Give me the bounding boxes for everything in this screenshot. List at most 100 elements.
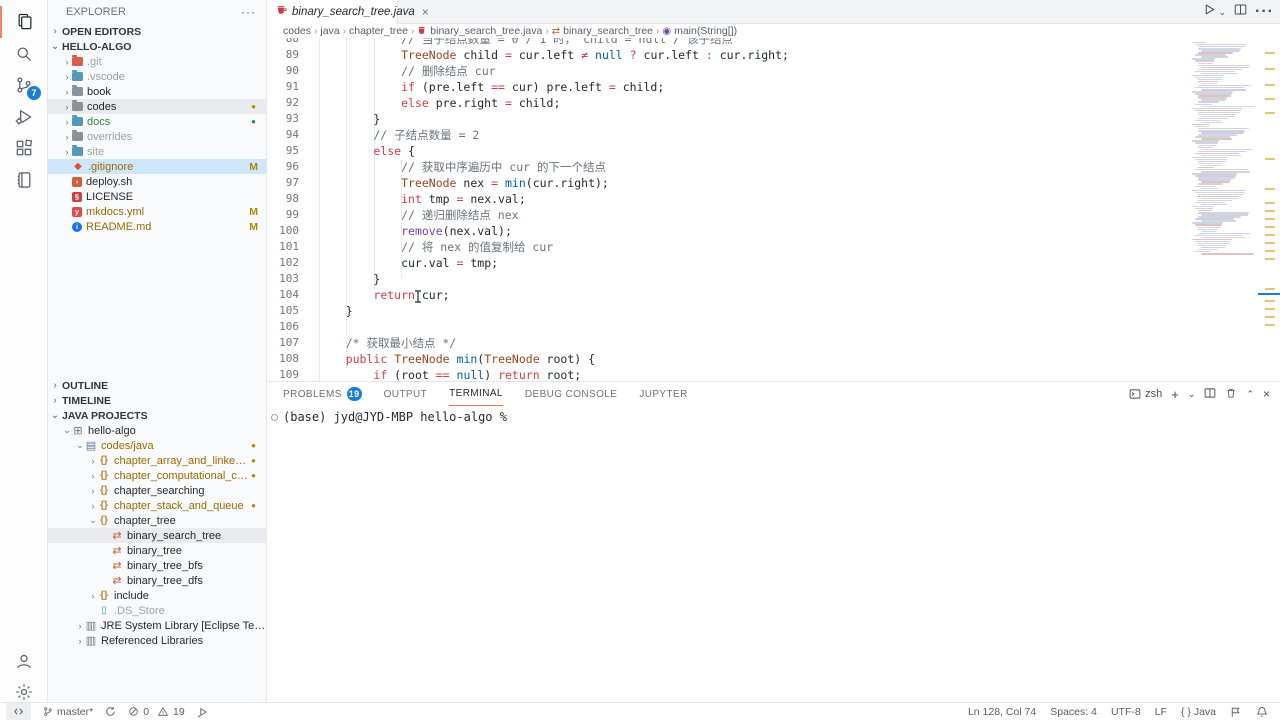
outline-section[interactable]: › OUTLINE xyxy=(48,378,266,393)
java-tree-item[interactable]: ⇄binary_tree_dfs xyxy=(48,573,266,588)
file-tree-item[interactable]: iREADME.mdM xyxy=(48,219,266,234)
java-tree-item[interactable]: ›{}chapter_searching xyxy=(48,483,266,498)
java-item-label: .DS_Store xyxy=(114,605,165,617)
java-item-label: include xyxy=(114,590,149,602)
status-eol[interactable]: LF xyxy=(1155,706,1167,718)
split-terminal-button[interactable] xyxy=(1204,387,1216,402)
file-tree-item[interactable]: › .vscode xyxy=(48,69,266,84)
java-tree-item[interactable]: ›{}chapter_stack_and_queue● xyxy=(48,498,266,513)
warning-marker xyxy=(1265,258,1275,260)
feedback-icon[interactable] xyxy=(1230,706,1242,718)
file-tree-item[interactable]: ymkdocs.ymlM xyxy=(48,204,266,219)
activity-item-notebook[interactable] xyxy=(0,164,48,196)
file-tree-item[interactable]: ›docs● xyxy=(48,114,266,129)
file-label: codes xyxy=(87,101,116,113)
notifications-bell-icon[interactable] xyxy=(1256,706,1268,718)
java-tree-item[interactable]: ⇄binary_tree_bfs xyxy=(48,558,266,573)
more-actions-button[interactable]: ··· xyxy=(1255,3,1274,21)
new-terminal-button[interactable]: + xyxy=(1171,387,1179,402)
panel-tab-bar: PROBLEMS19 OUTPUT TERMINAL DEBUG CONSOLE JUP… xyxy=(283,382,688,406)
java-tree-item[interactable]: ⌄⊞hello-algo xyxy=(48,423,266,438)
status-language-mode[interactable]: { } Java xyxy=(1181,706,1216,718)
activity-item-source-control[interactable]: 7 xyxy=(0,69,48,101)
debug-launch-item[interactable] xyxy=(197,706,209,718)
java-projects-section[interactable]: ⌄ JAVA PROJECTS xyxy=(48,408,266,423)
file-tree-item[interactable]: ›site xyxy=(48,144,266,159)
status-encoding[interactable]: UTF-8 xyxy=(1111,706,1141,718)
run-button[interactable] xyxy=(1203,3,1216,21)
code-line: // 子结点数量 = 2 xyxy=(318,127,479,143)
java-tree-item[interactable]: ⇄binary_tree xyxy=(48,543,266,558)
panel-tab-debug-console[interactable]: DEBUG CONSOLE xyxy=(525,382,617,406)
code-line: cur.val = tmp; xyxy=(318,255,498,271)
activity-item-extensions[interactable] xyxy=(0,132,48,164)
warning-marker xyxy=(1265,52,1275,54)
maximize-panel-icon[interactable]: ⌃ xyxy=(1246,389,1254,400)
java-tree-item[interactable]: ›▥Referenced Libraries xyxy=(48,633,266,648)
file-tree-item[interactable]: ›overrides xyxy=(48,129,266,144)
sync-button[interactable] xyxy=(105,706,116,717)
minimap-line xyxy=(1198,63,1213,64)
breadcrumb-item[interactable]: ◉main(String[]) xyxy=(662,25,737,37)
activity-item-run-and-debug[interactable] xyxy=(0,101,48,133)
file-tree-item[interactable]: ›book xyxy=(48,84,266,99)
run-dropdown-icon[interactable]: ⌄ xyxy=(1218,7,1226,18)
file-tree-item[interactable]: ›deploy.sh xyxy=(48,174,266,189)
java-tree-item[interactable]: ⌄▤codes/java● xyxy=(48,438,266,453)
panel-tab-terminal[interactable]: TERMINAL xyxy=(449,382,503,406)
warning-marker xyxy=(1265,188,1275,190)
java-tree-item[interactable]: ⌄{}chapter_tree xyxy=(48,513,266,528)
breadcrumb-item[interactable]: binary_search_tree.java xyxy=(417,25,542,37)
breadcrumb-item[interactable]: codes xyxy=(283,25,311,37)
tab-binary-search-tree[interactable]: binary_search_tree.java × xyxy=(267,0,398,24)
chevron-right-icon: › xyxy=(62,72,72,82)
panel-tab-jupyter[interactable]: JUPYTER xyxy=(639,382,687,406)
activity-item-account[interactable] xyxy=(0,645,48,677)
java-tree-item[interactable]: ›{}chapter_computational_complexity● xyxy=(48,468,266,483)
minimap[interactable] xyxy=(1190,38,1258,381)
minimap-line xyxy=(1201,155,1241,156)
file-label: site xyxy=(87,146,104,158)
java-tree-item[interactable]: ›{}include xyxy=(48,588,266,603)
close-panel-icon[interactable]: × xyxy=(1263,387,1270,401)
terminal-picker[interactable]: zsh xyxy=(1129,388,1162,400)
terminal-dropdown-icon[interactable]: ⌄ xyxy=(1188,389,1196,400)
activity-item-search[interactable] xyxy=(0,38,48,70)
file-tree-item[interactable]: ›.git xyxy=(48,54,266,69)
minimap-line xyxy=(1195,153,1239,154)
java-tree-item[interactable]: ⇄binary_search_tree xyxy=(48,528,266,543)
java-tree-item[interactable]: ▯.DS_Store xyxy=(48,603,266,618)
tab-close-icon[interactable]: × xyxy=(422,5,429,19)
activity-item-settings[interactable] xyxy=(0,676,48,708)
activity-item-explorer[interactable] xyxy=(0,6,48,38)
breadcrumb-item[interactable]: java xyxy=(320,25,339,37)
breadcrumb-separator: › xyxy=(314,26,317,37)
file-tree-item[interactable]: ◆.gitignoreM xyxy=(48,159,266,174)
java-tree-item[interactable]: ›{}chapter_array_and_linkedlist● xyxy=(48,453,266,468)
file-tree-item[interactable]: §LICENSE xyxy=(48,189,266,204)
minimap-line xyxy=(1198,229,1217,230)
problems-item[interactable]: 0 19 xyxy=(128,706,185,718)
open-editors-section[interactable]: › OPEN EDITORS xyxy=(48,24,266,39)
panel-tab-problems[interactable]: PROBLEMS19 xyxy=(283,382,362,406)
kill-terminal-button[interactable] xyxy=(1225,387,1237,402)
breadcrumb-item[interactable]: ⇄binary_search_tree xyxy=(552,25,653,37)
project-root-section[interactable]: ⌄ HELLO-ALGO xyxy=(48,39,266,54)
file-label: .vscode xyxy=(87,71,125,83)
bottom-panel: PROBLEMS19 OUTPUT TERMINAL DEBUG CONSOLE JUP… xyxy=(267,381,1280,702)
status-right: Ln 128, Col 74 Spaces: 4 UTF-8 LF { } Java xyxy=(968,706,1280,718)
terminal-prompt[interactable]: (base) jyd@JYD-MBP hello-algo % xyxy=(283,410,507,424)
breadcrumb-item[interactable]: chapter_tree xyxy=(349,25,408,37)
mouse-ibeam-cursor xyxy=(414,290,422,308)
status-cursor-position[interactable]: Ln 128, Col 74 xyxy=(968,706,1036,718)
git-branch-item[interactable]: master* xyxy=(43,706,93,718)
status-indentation[interactable]: Spaces: 4 xyxy=(1050,706,1097,718)
panel-tab-label: PROBLEMS xyxy=(283,389,342,400)
code-editor[interactable]: 8889909192939495969798991001011021031041… xyxy=(267,38,1280,381)
views-more-actions-icon[interactable]: ··· xyxy=(241,5,256,19)
timeline-section[interactable]: › TIMELINE xyxy=(48,393,266,408)
split-editor-button[interactable] xyxy=(1234,3,1247,21)
panel-tab-output[interactable]: OUTPUT xyxy=(384,382,428,406)
java-tree-item[interactable]: ›▥JRE System Library [Eclipse Temurin 17… xyxy=(48,618,266,633)
file-tree-item[interactable]: ›codes● xyxy=(48,99,266,114)
